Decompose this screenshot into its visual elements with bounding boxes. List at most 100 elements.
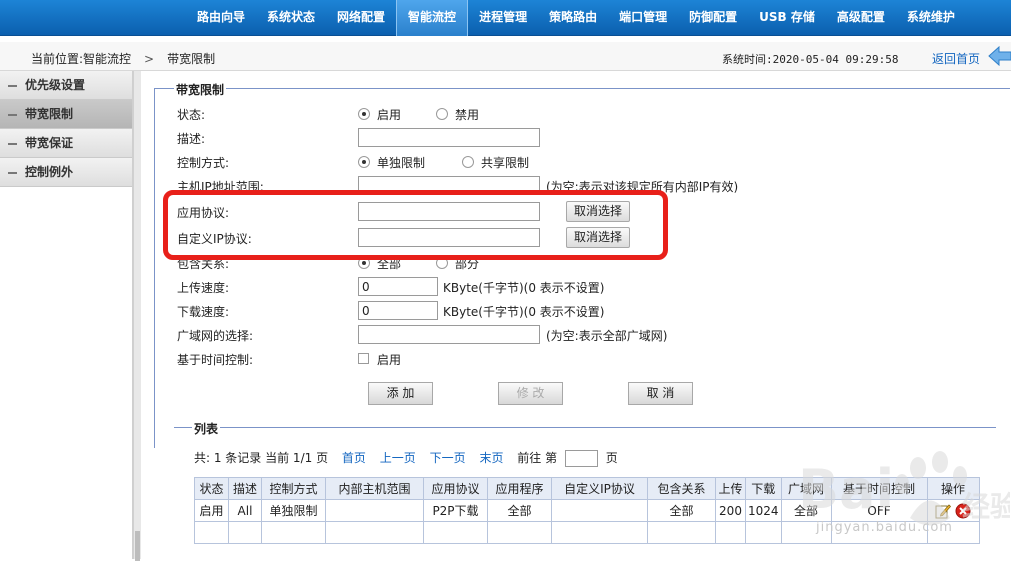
watermark-text: jingyan.baidu.com [816, 520, 953, 535]
status-enable-text: 启用 [377, 108, 402, 122]
main-menu: 路由向导 系统状态 网络配置 智能流控 进程管理 策略路由 端口管理 防御配置 … [186, 0, 966, 36]
empty-cell [423, 521, 488, 544]
breadcrumb: 当前位置:智能流控 > 带宽限制 [31, 50, 215, 67]
control-mode-single-radio[interactable] [358, 156, 370, 168]
cell-control-mode: 单独限制 [261, 499, 326, 522]
wan-select-label: 广域网的选择: [177, 329, 254, 343]
breadcrumb-bar: 当前位置:智能流控 > 带宽限制 系统时间:2020-05-04 09:29:58 … [0, 42, 1011, 71]
prev-page-link[interactable]: 上一页 [380, 451, 416, 465]
upload-speed-input[interactable] [358, 277, 438, 296]
back-arrow-icon[interactable] [988, 46, 1011, 66]
empty-cell [487, 521, 552, 544]
column-header: 状态 [194, 477, 229, 500]
empty-cell [745, 521, 782, 544]
dash-icon [8, 84, 17, 87]
goto-suffix: 页 [605, 451, 618, 465]
modify-button[interactable]: 修 改 [498, 382, 563, 405]
nav-item-route-wizard[interactable]: 路由向导 [186, 0, 256, 36]
add-button[interactable]: 添 加 [368, 382, 433, 405]
nav-item-advanced-config[interactable]: 高级配置 [826, 0, 896, 36]
sidebar-item-bandwidth-limit[interactable]: 带宽限制 [0, 100, 132, 129]
nav-item-smart-flow-control[interactable]: 智能流控 [396, 0, 469, 36]
sidebar-item-label: 优先级设置 [25, 78, 86, 92]
download-speed-label: 下载速度: [177, 305, 230, 319]
column-header: 下载 [745, 477, 782, 500]
wan-select-input[interactable] [358, 325, 540, 344]
status-label: 状态: [177, 108, 206, 122]
control-mode-label: 控制方式: [177, 156, 230, 170]
column-header: 控制方式 [261, 477, 326, 500]
sidebar-item-bandwidth-guarantee[interactable]: 带宽保证 [0, 129, 132, 158]
breadcrumb-current: 带宽限制 [167, 52, 216, 66]
nav-item-defense-config[interactable]: 防御配置 [678, 0, 748, 36]
empty-cell [194, 521, 229, 544]
goto-prefix: 前往 第 [517, 451, 558, 465]
sidebar-item-label: 带宽保证 [25, 136, 74, 150]
dash-icon [8, 113, 17, 116]
cell-app-protocol: P2P下载 [423, 499, 488, 522]
empty-cell [228, 521, 262, 544]
cell-upload: 200 [715, 499, 746, 522]
nav-item-process-management[interactable]: 进程管理 [468, 0, 538, 36]
sidebar-item-control-exceptions[interactable]: 控制例外 [0, 158, 132, 187]
breadcrumb-separator: > [144, 52, 155, 66]
nav-item-network-config[interactable]: 网络配置 [326, 0, 396, 36]
list-legend: 列表 [192, 420, 221, 437]
time-control-label: 基于时间控制: [177, 353, 254, 367]
status-enable-radio[interactable] [358, 108, 370, 120]
red-highlight-box [163, 190, 668, 260]
nav-item-port-management[interactable]: 端口管理 [608, 0, 678, 36]
cell-status: 启用 [194, 499, 229, 522]
description-label: 描述: [177, 132, 206, 146]
sidebar-scrollbar[interactable] [133, 71, 141, 561]
empty-cell [551, 521, 648, 544]
scrollbar-thumb[interactable] [135, 531, 140, 561]
dash-icon [8, 142, 17, 145]
nav-item-system-status[interactable]: 系统状态 [256, 0, 326, 36]
nav-item-system-maintenance[interactable]: 系统维护 [896, 0, 966, 36]
nav-item-usb-storage[interactable]: USB 存储 [748, 0, 826, 36]
breadcrumb-location: 当前位置:智能流控 [31, 52, 132, 66]
column-header: 描述 [228, 477, 262, 500]
back-home-link[interactable]: 返回首页 [932, 50, 980, 67]
time-control-checkbox[interactable] [358, 353, 369, 364]
column-header: 包含关系 [647, 477, 716, 500]
control-mode-shared-radio[interactable] [462, 156, 474, 168]
status-disable-text: 禁用 [455, 108, 480, 122]
top-navigation: 路由向导 系统状态 网络配置 智能流控 进程管理 策略路由 端口管理 防御配置 … [0, 0, 1011, 36]
sidebar-item-label: 控制例外 [25, 165, 74, 179]
empty-cell [647, 521, 716, 544]
description-input[interactable] [358, 128, 540, 147]
cell-app-program: 全部 [487, 499, 552, 522]
system-time: 系统时间:2020-05-04 09:29:58 [722, 53, 899, 66]
svg-text:Bai: Bai [798, 458, 894, 521]
download-speed-input[interactable] [358, 301, 438, 320]
empty-cell [261, 521, 326, 544]
next-page-link[interactable]: 下一页 [430, 451, 466, 465]
wan-select-hint: (为空:表示全部广域网) [546, 329, 668, 343]
first-page-link[interactable]: 首页 [342, 451, 366, 465]
cell-host-range [325, 499, 424, 522]
last-page-link[interactable]: 末页 [479, 451, 503, 465]
empty-cell [325, 521, 424, 544]
cancel-button[interactable]: 取 消 [628, 382, 693, 405]
cell-download: 1024 [745, 499, 782, 522]
cell-custom-ip-protocol [551, 499, 648, 522]
pagination: 共: 1 条记录 当前 1/1 页 首页 上一页 下一页 末页 前往 第 页 [194, 449, 618, 467]
goto-page-input[interactable] [564, 450, 598, 467]
list-divider [174, 427, 996, 428]
control-mode-single-text: 单独限制 [377, 156, 426, 170]
column-header: 内部主机范围 [325, 477, 424, 500]
nav-item-policy-routing[interactable]: 策略路由 [538, 0, 608, 36]
svg-text:经验: 经验 [962, 490, 1010, 523]
upload-speed-label: 上传速度: [177, 281, 230, 295]
empty-cell [715, 521, 746, 544]
column-header: 上传 [715, 477, 746, 500]
sidebar: 优先级设置 带宽限制 带宽保证 控制例外 [0, 71, 133, 559]
status-disable-radio[interactable] [436, 108, 448, 120]
sidebar-item-priority-settings[interactable]: 优先级设置 [0, 71, 132, 100]
fieldset-legend: 带宽限制 [174, 81, 227, 98]
column-header: 应用协议 [423, 477, 488, 500]
cell-description: All [228, 499, 262, 522]
time-control-text: 启用 [377, 353, 402, 367]
